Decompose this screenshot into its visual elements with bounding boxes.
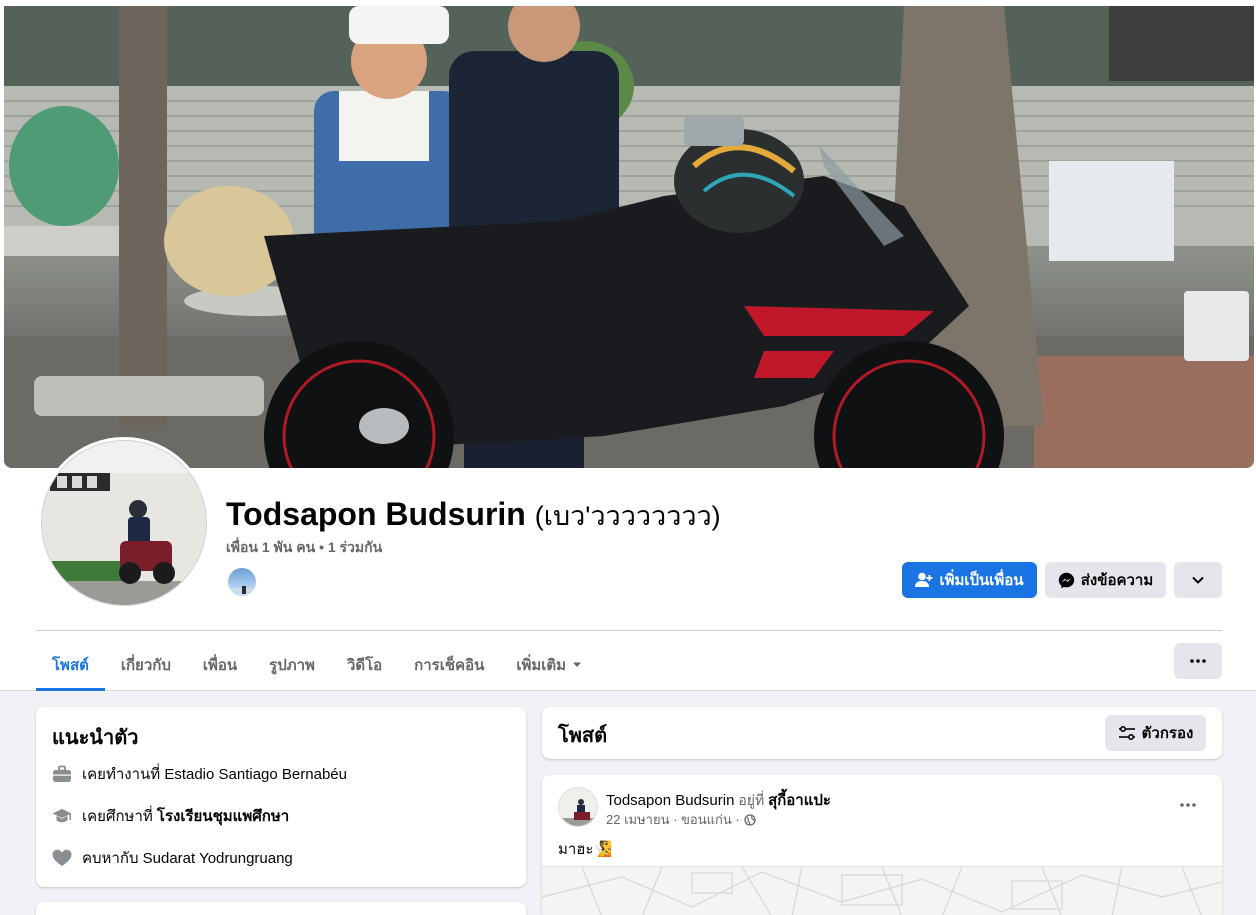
add-friend-button[interactable]: เพิ่มเป็นเพื่อน xyxy=(902,562,1037,598)
message-button[interactable]: ส่งข้อความ xyxy=(1045,562,1166,598)
globe-icon xyxy=(744,813,756,826)
caret-down-icon xyxy=(573,662,582,667)
cover-photo[interactable] xyxy=(4,6,1254,468)
more-dots-icon xyxy=(1190,659,1206,663)
post-map[interactable] xyxy=(542,866,1222,915)
intro-relationship-prefix: คบหากับ xyxy=(82,850,143,867)
profile-picture-image xyxy=(42,441,206,605)
post-meta: 22 เมษายน · ขอนแก่น · xyxy=(606,809,756,830)
chevron-down-icon xyxy=(1192,577,1204,584)
map-image xyxy=(542,867,1222,915)
filter-button[interactable]: ตัวกรอง xyxy=(1105,715,1206,751)
next-card-stub xyxy=(36,902,526,915)
post-place[interactable]: สุกี้อาแปะ xyxy=(768,792,831,809)
intro-item-relationship: คบหากับ Sudarat Yodrungruang xyxy=(52,846,293,870)
add-friend-icon xyxy=(915,572,933,587)
intro-relationship-value[interactable]: Sudarat Yodrungruang xyxy=(143,850,293,867)
intro-work-prefix: เคยทำงานที่ xyxy=(82,766,165,783)
post-card: Todsapon Budsurin อยู่ที่ สุกี้อาแปะ 22 … xyxy=(542,775,1222,915)
messenger-icon xyxy=(1058,572,1074,588)
posts-header-card: โพสต์ ตัวกรอง xyxy=(542,707,1222,759)
post-author-avatar[interactable] xyxy=(558,787,598,827)
profile-name: Todsapon Budsurin (เบว'วววววววว) xyxy=(226,494,721,537)
cover-photo-image xyxy=(4,6,1254,468)
tab-friends-label: เพื่อน xyxy=(202,657,238,674)
profile-header: Todsapon Budsurin (เบว'วววววววว) เพื่อน … xyxy=(0,0,1256,691)
intro-item-education: เคยศึกษาที่ โรงเรียนชุมแพศึกษา xyxy=(52,804,289,828)
add-friend-label: เพิ่มเป็นเพื่อน xyxy=(939,572,1024,589)
tab-videos[interactable]: วิดีโอ xyxy=(331,640,398,690)
intro-education-value[interactable]: โรงเรียนชุมแพศึกษา xyxy=(157,808,289,825)
tab-photos-label: รูปภาพ xyxy=(269,657,315,674)
tab-photos[interactable]: รูปภาพ xyxy=(253,640,331,690)
heart-icon xyxy=(52,848,72,868)
tab-about[interactable]: เกี่ยวกับ xyxy=(105,640,187,690)
filter-label: ตัวกรอง xyxy=(1141,725,1194,742)
message-label: ส่งข้อความ xyxy=(1080,572,1154,589)
profile-name-text: Todsapon Budsurin xyxy=(226,496,526,532)
tab-checkins[interactable]: การเช็คอิน xyxy=(398,640,500,690)
post-text: มาฮะ🧏 xyxy=(558,841,613,858)
post-meta-text[interactable]: 22 เมษายน · ขอนแก่น · xyxy=(606,809,740,830)
mutual-friend-image xyxy=(228,586,256,596)
posts-title: โพสต์ xyxy=(558,725,608,747)
intro-title: แนะนำตัว xyxy=(52,727,139,749)
profile-alt-name: (เบว'วววววววว) xyxy=(534,501,721,531)
post-options-button[interactable] xyxy=(1172,793,1204,817)
post-author-name[interactable]: Todsapon Budsurin xyxy=(606,792,734,809)
tab-about-label: เกี่ยวกับ xyxy=(120,657,171,674)
header-divider xyxy=(36,630,1222,631)
tab-videos-label: วิดีโอ xyxy=(346,657,383,674)
profile-dropdown-button[interactable] xyxy=(1174,562,1222,598)
tabs-more-options-button[interactable] xyxy=(1174,643,1222,679)
tab-friends[interactable]: เพื่อน xyxy=(187,640,253,690)
graduation-cap-icon xyxy=(52,806,72,826)
tab-more[interactable]: เพิ่มเติม xyxy=(500,640,598,690)
tab-posts[interactable]: โพสต์ xyxy=(36,640,105,691)
friend-count[interactable]: เพื่อน 1 พัน คน • 1 ร่วมกัน xyxy=(226,537,382,559)
intro-card: แนะนำตัว เคยทำงานที่ Estadio Santiago Be… xyxy=(36,707,526,887)
post-at-text: อยู่ที่ xyxy=(734,792,769,808)
tab-posts-label: โพสต์ xyxy=(52,657,89,674)
intro-item-work: เคยทำงานที่ Estadio Santiago Bernabéu xyxy=(52,762,347,786)
profile-tabs: โพสต์ เกี่ยวกับ เพื่อน รูปภาพ วิดีโอ การ… xyxy=(36,640,598,691)
intro-education-prefix: เคยศึกษาที่ xyxy=(82,808,157,825)
profile-avatar[interactable] xyxy=(38,437,210,609)
tab-more-label: เพิ่มเติม xyxy=(516,657,567,674)
post-author-image xyxy=(559,788,597,826)
filter-icon xyxy=(1118,726,1135,740)
tab-checkins-label: การเช็คอิน xyxy=(414,657,485,674)
intro-work-value[interactable]: Estadio Santiago Bernabéu xyxy=(164,766,347,783)
more-dots-icon xyxy=(1180,803,1196,807)
briefcase-icon xyxy=(52,764,72,784)
mutual-friend-avatar[interactable] xyxy=(226,566,258,598)
